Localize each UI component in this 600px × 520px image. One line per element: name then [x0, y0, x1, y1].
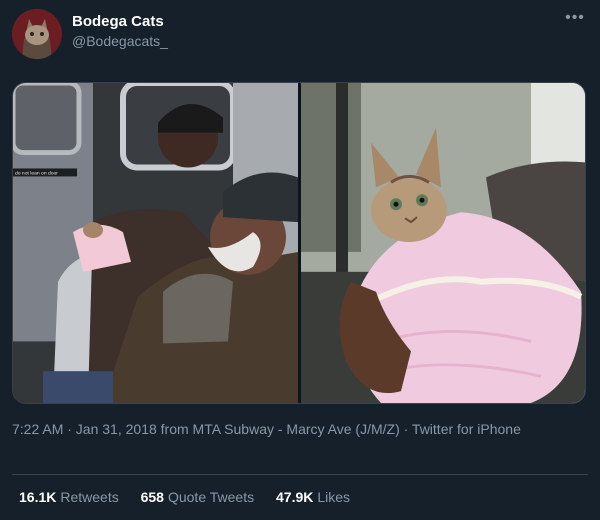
likes-stat[interactable]: 47.9K Likes: [276, 489, 350, 505]
door-sign-text: do not lean on door: [15, 170, 58, 176]
tweet-media[interactable]: do not lean on door: [12, 82, 586, 404]
retweets-stat[interactable]: 16.1K Retweets: [19, 489, 119, 505]
user-avatar[interactable]: [12, 9, 62, 59]
retweets-label: Retweets: [60, 489, 119, 505]
quote-tweets-stat[interactable]: 658 Quote Tweets: [141, 489, 255, 505]
divider: [12, 474, 588, 475]
user-handle[interactable]: @Bodegacats_: [72, 33, 168, 49]
retweets-count: 16.1K: [19, 489, 57, 505]
subway-riders-image: do not lean on door: [13, 83, 298, 403]
kitten-in-blanket-image: [301, 83, 585, 403]
tweet-stats: 16.1K Retweets 658 Quote Tweets 47.9K Likes: [19, 489, 368, 505]
likes-label: Likes: [317, 489, 351, 505]
quote-tweets-label: Quote Tweets: [167, 489, 255, 505]
media-photo-subway-riders[interactable]: do not lean on door: [13, 83, 298, 403]
tweet-timestamp[interactable]: 7:22 AM · Jan 31, 2018 from MTA Subway -…: [12, 419, 582, 439]
media-photo-kitten[interactable]: [301, 83, 585, 403]
display-name[interactable]: Bodega Cats: [72, 13, 164, 30]
more-options-icon[interactable]: •••: [563, 10, 587, 30]
likes-count: 47.9K: [276, 489, 314, 505]
quote-tweets-count: 658: [140, 489, 164, 505]
cat-avatar-image: [12, 9, 62, 59]
